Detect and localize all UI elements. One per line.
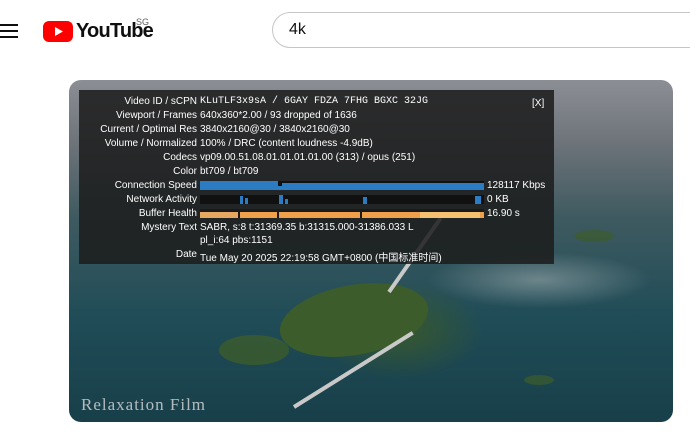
color-value: bt709 / bt709 bbox=[200, 166, 259, 177]
resolution-label: Current / Optimal Res bbox=[100, 124, 197, 135]
color-label: Color bbox=[173, 166, 197, 177]
codecs-value: vp09.00.51.08.01.01.01.01.00 (313) / opu… bbox=[200, 152, 416, 163]
mystery-text-label: Mystery Text bbox=[141, 222, 197, 233]
codecs-label: Codecs bbox=[163, 152, 197, 163]
network-activity-value: 0 KB bbox=[487, 194, 509, 205]
watermark-text: Relaxation Film bbox=[81, 395, 207, 414]
date-value: Tue May 20 2025 22:19:58 GMT+0800 (中国标准时… bbox=[200, 253, 442, 264]
buffer-health-label: Buffer Health bbox=[138, 208, 197, 219]
date-label: Date bbox=[175, 249, 197, 260]
volume-value: 100% / DRC (content loudness -4.9dB) bbox=[200, 138, 373, 149]
network-activity-graph bbox=[200, 195, 484, 204]
connection-speed-graph bbox=[200, 181, 484, 190]
connection-speed-value: 128117 Kbps bbox=[487, 180, 546, 191]
island-shape bbox=[274, 272, 434, 368]
region-code: SG bbox=[136, 17, 150, 27]
viewport-label: Viewport / Frames bbox=[116, 110, 197, 121]
youtube-play-icon bbox=[43, 20, 73, 42]
connection-speed-label: Connection Speed bbox=[114, 180, 197, 191]
resolution-value: 3840x2160@30 / 3840x2160@30 bbox=[200, 124, 350, 135]
close-stats-button[interactable]: [X] bbox=[532, 98, 544, 109]
network-activity-label: Network Activity bbox=[126, 194, 197, 205]
video-id-label: Video ID / sCPN bbox=[124, 96, 197, 107]
viewport-value: 640x360*2.00 / 93 dropped of 1636 bbox=[200, 110, 357, 121]
volume-label: Volume / Normalized bbox=[104, 138, 197, 149]
video-player[interactable]: Relaxation Film [X] Video ID / sCPN KLuT… bbox=[69, 80, 673, 422]
buffer-health-value: 16.90 s bbox=[487, 208, 520, 219]
island-shape bbox=[219, 335, 289, 365]
stats-for-nerds-panel: [X] Video ID / sCPN KLuTLF3x9sA / 6GAY F… bbox=[79, 90, 554, 264]
island-shape bbox=[524, 375, 554, 385]
search-input[interactable] bbox=[272, 12, 690, 48]
mystery-text-value-line2: pl_i:64 pbs:1151 bbox=[200, 235, 273, 246]
buffer-health-graph bbox=[200, 209, 484, 218]
island-shape bbox=[574, 230, 614, 242]
mystery-text-value-line1: SABR, s:8 t:31369.35 b:31315.000-31386.0… bbox=[200, 222, 414, 233]
menu-icon[interactable] bbox=[0, 20, 20, 42]
video-id-value: KLuTLF3x9sA / 6GAY FDZA 7FHG BGXC 32JG bbox=[200, 96, 429, 107]
masthead: YouTube SG bbox=[0, 0, 690, 62]
